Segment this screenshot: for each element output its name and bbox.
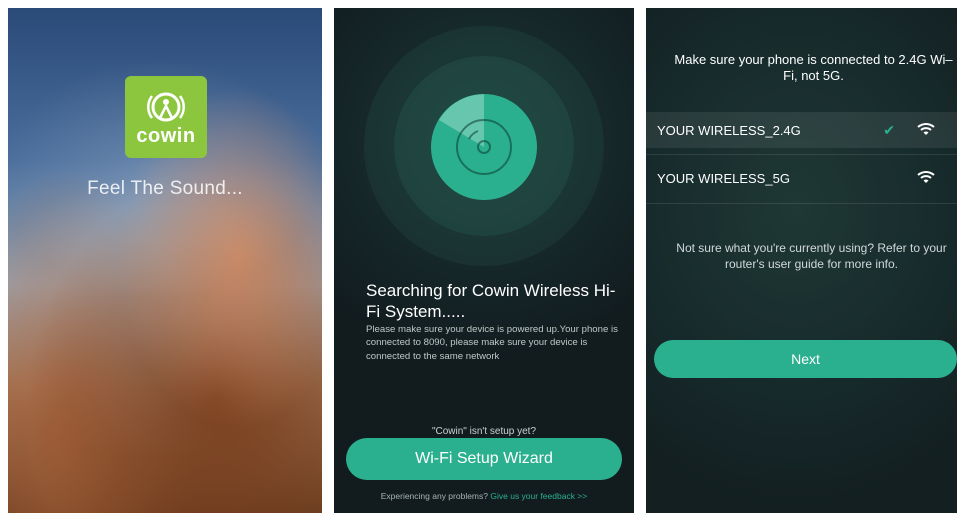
wifi-network-row[interactable]: YOUR WIRELESS_2.4G ✔ [646, 112, 957, 148]
search-title: Searching for Cowin Wireless Hi-Fi Syste… [366, 281, 616, 321]
next-button[interactable]: Next [654, 340, 957, 378]
logo-text: cowin [136, 125, 196, 147]
divider [646, 203, 957, 204]
wifi-network-row[interactable]: YOUR WIRELESS_5G [646, 160, 957, 196]
wifi-setup-wizard-button[interactable]: Wi-Fi Setup Wizard [346, 438, 622, 480]
splash-screen: cowin Feel The Sound... [8, 8, 322, 513]
feedback-link[interactable]: Give us your feedback >> [490, 491, 587, 501]
footer-text: Experiencing any problems? [380, 491, 488, 501]
setup-question: "Cowin" isn't setup yet? [431, 426, 537, 437]
wifi-network-name: YOUR WIRELESS_2.4G [657, 122, 801, 138]
feedback-footer: Experiencing any problems? Give us your … [334, 491, 634, 501]
wifi-notice: Make sure your phone is connected to 2.4… [674, 52, 953, 83]
wifi-icon [917, 170, 935, 187]
search-instructions: Please make sure your device is powered … [366, 324, 618, 362]
radar-disc-icon [431, 94, 537, 200]
help-text: Not sure what you're currently using? Re… [676, 241, 947, 271]
cowin-logo: cowin [125, 76, 207, 158]
searching-screen: Searching for Cowin Wireless Hi-Fi Syste… [334, 8, 634, 513]
tagline: Feel The Sound... [87, 178, 243, 199]
divider [646, 154, 957, 155]
check-icon: ✔ [883, 122, 895, 138]
wifi-network-name: YOUR WIRELESS_5G [657, 170, 790, 186]
wifi-check-screen: Make sure your phone is connected to 2.4… [646, 8, 957, 513]
wifi-icon [917, 122, 935, 139]
